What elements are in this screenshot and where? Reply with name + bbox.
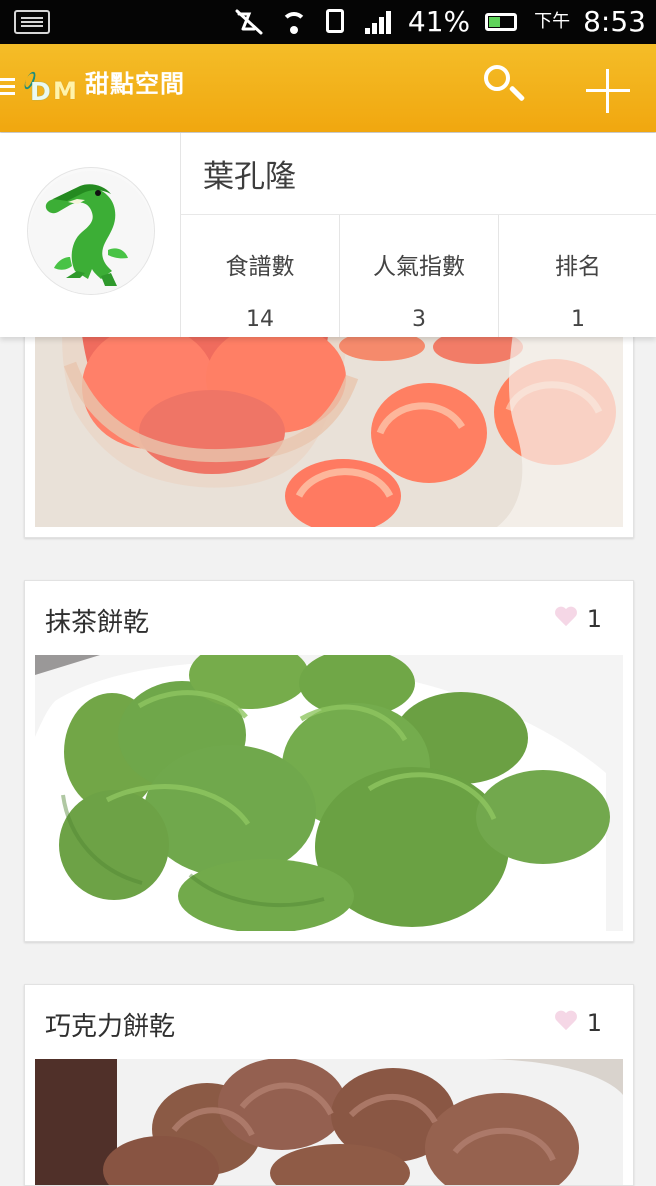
battery-icon <box>483 9 521 35</box>
like-count: 1 <box>586 605 602 633</box>
add-icon[interactable] <box>586 69 630 113</box>
logo-letter-d: D <box>30 77 51 106</box>
like-count: 1 <box>586 1009 602 1037</box>
profile-name: 葉孔隆 <box>203 159 296 195</box>
recipe-card-partial[interactable] <box>24 318 634 538</box>
app-logo: D M <box>22 68 80 112</box>
app-title: 甜點空間 <box>85 70 185 98</box>
stat-popularity[interactable]: 人氣指數 3 <box>339 215 498 337</box>
mute-icon <box>234 8 264 36</box>
recipe-card[interactable]: 抹茶餅乾 1 <box>24 580 634 942</box>
screenshot-icon <box>14 10 50 34</box>
stat-value: 14 <box>246 307 274 332</box>
profile-name-row: 葉孔隆 <box>180 133 656 215</box>
logo-letter-m: M <box>53 77 77 105</box>
stat-label: 人氣指數 <box>373 254 465 280</box>
app-toolbar: D M 甜點空間 <box>0 44 656 132</box>
heart-icon <box>554 607 578 629</box>
search-icon[interactable] <box>484 65 528 109</box>
recipe-card[interactable]: 巧克力餅乾 1 <box>24 984 634 1186</box>
stat-label: 食譜數 <box>225 254 295 280</box>
status-icons: 41% 下午 8:53 <box>234 6 646 38</box>
status-bar: 41% 下午 8:53 <box>0 0 656 44</box>
avatar[interactable] <box>28 168 154 294</box>
menu-icon[interactable] <box>0 78 15 96</box>
battery-percent: 41% <box>407 5 471 38</box>
recipe-title: 抹茶餅乾 <box>45 608 150 638</box>
stat-value: 3 <box>412 307 426 332</box>
profile-header: 葉孔隆 食譜數 14 人氣指數 3 排名 1 <box>0 133 656 337</box>
recipe-photo <box>35 1059 623 1185</box>
wifi-icon <box>277 8 311 36</box>
stat-ranking[interactable]: 排名 1 <box>498 215 656 337</box>
like-button[interactable] <box>549 1008 583 1038</box>
heart-icon <box>554 1011 578 1033</box>
like-button[interactable] <box>549 604 583 634</box>
sd-card-icon <box>324 7 348 37</box>
recipe-title: 巧克力餅乾 <box>45 1012 176 1042</box>
ampm-label: 下午 <box>534 11 571 32</box>
recipe-photo <box>35 319 623 527</box>
stat-value: 1 <box>571 307 585 332</box>
stat-recipe-count[interactable]: 食譜數 14 <box>180 215 339 337</box>
time-label: 8:53 <box>583 5 646 38</box>
stat-label: 排名 <box>555 254 601 280</box>
recipe-photo <box>35 655 623 931</box>
signal-icon <box>361 8 395 36</box>
